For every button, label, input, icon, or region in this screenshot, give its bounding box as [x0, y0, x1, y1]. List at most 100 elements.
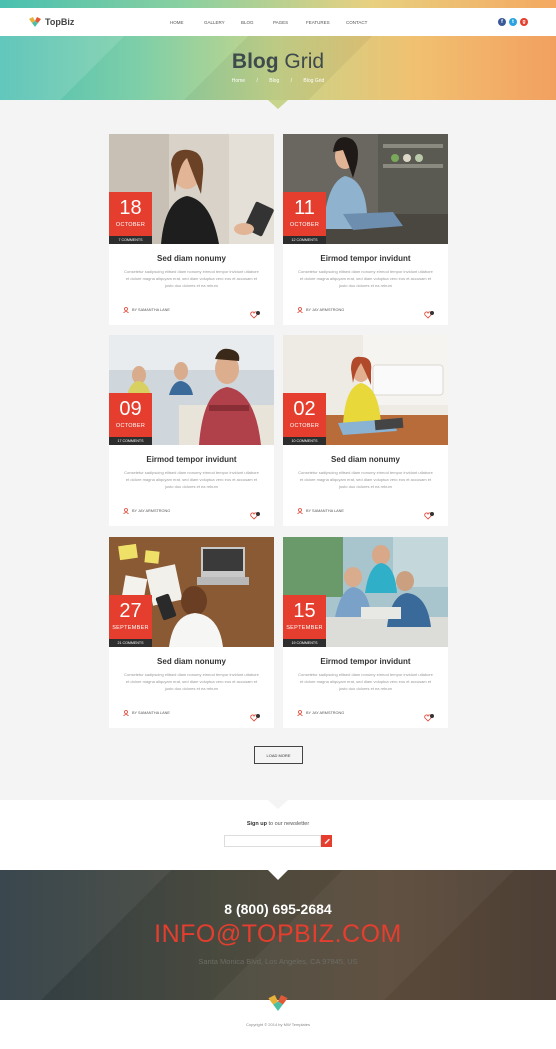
post-excerpt: Consetetur sadipscing elitsed diam nonum…	[124, 672, 259, 691]
user-icon	[123, 508, 129, 514]
breadcrumb-home[interactable]: Home	[232, 78, 245, 84]
post-author[interactable]: BY SAMANTHA LANE	[123, 710, 170, 716]
blog-card[interactable]: 15 SEPTEMBER 19 COMMENTS Eirmod tempor i…	[283, 537, 448, 728]
post-image[interactable]: 11 OCTOBER 12 COMMENTS	[283, 134, 448, 244]
footer-phone[interactable]: 8 (800) 695-2684	[0, 901, 556, 917]
hero-arrow	[268, 100, 288, 109]
date-badge: 18 OCTOBER	[109, 192, 152, 236]
nav-home[interactable]: HOME	[170, 20, 204, 25]
breadcrumb-blog[interactable]: Blog	[269, 78, 279, 84]
comment-count[interactable]: 10 COMMENTS	[283, 437, 326, 445]
post-image[interactable]: 09 OCTOBER 17 COMMENTS	[109, 335, 274, 445]
post-author[interactable]: BY JAY ARMSTRONG	[123, 508, 170, 514]
breadcrumb-separator: /	[290, 78, 293, 84]
post-title[interactable]: Eirmod tempor invidunt	[283, 254, 448, 263]
post-excerpt: Consetetur sadipscing elitsed diam nonum…	[124, 470, 259, 489]
like-button[interactable]	[424, 709, 434, 727]
newsletter-title: Sign up to our newsletter	[246, 821, 310, 827]
post-image[interactable]: 27 SEPTEMBER 21 COMMENTS	[109, 537, 274, 647]
brand-name: TopBiz	[45, 17, 75, 27]
date-badge: 02 OCTOBER	[283, 393, 326, 437]
date-badge: 09 OCTOBER	[109, 393, 152, 437]
blog-card[interactable]: 02 OCTOBER 10 COMMENTS Sed diam nonumy C…	[283, 335, 448, 526]
author-name: BY JAY ARMSTRONG	[306, 308, 345, 312]
user-icon	[297, 508, 303, 514]
like-button[interactable]	[424, 507, 434, 525]
user-icon	[297, 710, 303, 716]
comment-count[interactable]: 7 COMMENTS	[109, 236, 152, 244]
like-button[interactable]	[250, 709, 260, 727]
date-badge: 11 OCTOBER	[283, 192, 326, 236]
comment-count[interactable]: 12 COMMENTS	[283, 236, 326, 244]
hero-banner: Blog Grid Home / Blog / Blog Grid	[0, 36, 556, 100]
main-nav: HOME GALLERY BLOG PAGES FEATURES CONTACT	[170, 8, 376, 36]
post-title[interactable]: Eirmod tempor invidunt	[109, 455, 274, 464]
heart-icon	[250, 311, 260, 319]
like-button[interactable]	[424, 306, 434, 324]
post-author[interactable]: BY JAY ARMSTRONG	[297, 710, 344, 716]
nav-contact[interactable]: CONTACT	[346, 20, 376, 25]
date-month: OCTOBER	[289, 222, 320, 228]
nav-features[interactable]: FEATURES	[306, 20, 346, 25]
post-author[interactable]: BY SAMANTHA LANE	[123, 307, 170, 313]
copyright: Copyright © 2014 by MW Templates	[245, 1022, 310, 1027]
blog-card[interactable]: 09 OCTOBER 17 COMMENTS Eirmod tempor inv…	[109, 335, 274, 526]
heart-icon	[424, 311, 434, 319]
author-name: BY SAMANTHA LANE	[306, 509, 344, 513]
post-excerpt: Consetetur sadipscing elitsed diam nonum…	[298, 470, 433, 489]
breadcrumb: Home / Blog / Blog Grid	[0, 78, 556, 84]
twitter-icon[interactable]: t	[509, 18, 517, 26]
date-badge: 15 SEPTEMBER	[283, 595, 326, 639]
heart-icon	[424, 714, 434, 722]
post-author[interactable]: BY SAMANTHA LANE	[297, 508, 344, 514]
user-icon	[123, 710, 129, 716]
post-image[interactable]: 18 OCTOBER 7 COMMENTS	[109, 134, 274, 244]
footer-address: Santa Monica Blvd, Los Angeles, CA 97845…	[198, 957, 358, 966]
author-name: BY JAY ARMSTRONG	[306, 711, 345, 715]
breadcrumb-separator: /	[256, 78, 258, 84]
logo[interactable]: TopBiz	[29, 17, 74, 27]
blog-card[interactable]: 11 OCTOBER 12 COMMENTS Eirmod tempor inv…	[283, 134, 448, 325]
comment-count[interactable]: 19 COMMENTS	[283, 639, 326, 647]
load-more-button[interactable]: LOAD MORE	[254, 746, 303, 764]
post-title[interactable]: Sed diam nonumy	[109, 657, 274, 666]
facebook-icon[interactable]: f	[498, 18, 506, 26]
nav-pages[interactable]: PAGES	[273, 20, 306, 25]
nav-blog[interactable]: BLOG	[241, 20, 273, 25]
post-title[interactable]: Sed diam nonumy	[283, 455, 448, 464]
author-name: BY JAY ARMSTRONG	[132, 509, 171, 513]
page-title: Blog Grid	[231, 50, 325, 73]
like-button[interactable]	[250, 306, 260, 324]
post-image[interactable]: 02 OCTOBER 10 COMMENTS	[283, 335, 448, 445]
heart-icon	[250, 714, 260, 722]
comment-count[interactable]: 17 COMMENTS	[109, 437, 152, 445]
date-day: 09	[119, 398, 142, 420]
post-title[interactable]: Sed diam nonumy	[109, 254, 274, 263]
comment-count[interactable]: 21 COMMENTS	[109, 639, 152, 647]
post-author[interactable]: BY JAY ARMSTRONG	[297, 307, 344, 313]
post-title[interactable]: Eirmod tempor invidunt	[283, 657, 448, 666]
author-name: BY SAMANTHA LANE	[132, 308, 170, 312]
newsletter-submit-button[interactable]	[321, 835, 332, 847]
footer-logo-icon	[268, 995, 288, 1011]
post-excerpt: Consetetur sadipscing elitsed diam nonum…	[124, 269, 259, 288]
logo-icon	[29, 17, 41, 27]
date-month: SEPTEMBER	[112, 625, 149, 631]
bottom-bar: Copyright © 2014 by MW Templates	[0, 995, 556, 1049]
breadcrumb-current: Blog Grid	[303, 78, 325, 84]
google-plus-icon[interactable]: g	[520, 18, 528, 26]
blog-card[interactable]: 27 SEPTEMBER 21 COMMENTS Sed diam nonumy…	[109, 537, 274, 728]
newsletter-email-input[interactable]	[224, 835, 321, 847]
post-image[interactable]: 15 SEPTEMBER 19 COMMENTS	[283, 537, 448, 647]
like-button[interactable]	[250, 507, 260, 525]
nav-gallery[interactable]: GALLERY	[204, 20, 241, 25]
user-icon	[297, 307, 303, 313]
social-links: f t g	[498, 18, 528, 26]
post-excerpt: Consetetur sadipscing elitsed diam nonum…	[298, 269, 433, 288]
footer-email[interactable]: INFO@TOPBIZ.COM	[0, 920, 556, 949]
blog-card[interactable]: 18 OCTOBER 7 COMMENTS Sed diam nonumy Co…	[109, 134, 274, 325]
heart-icon	[424, 512, 434, 520]
date-day: 02	[293, 398, 316, 420]
date-month: OCTOBER	[289, 423, 320, 429]
date-month: OCTOBER	[115, 222, 146, 228]
